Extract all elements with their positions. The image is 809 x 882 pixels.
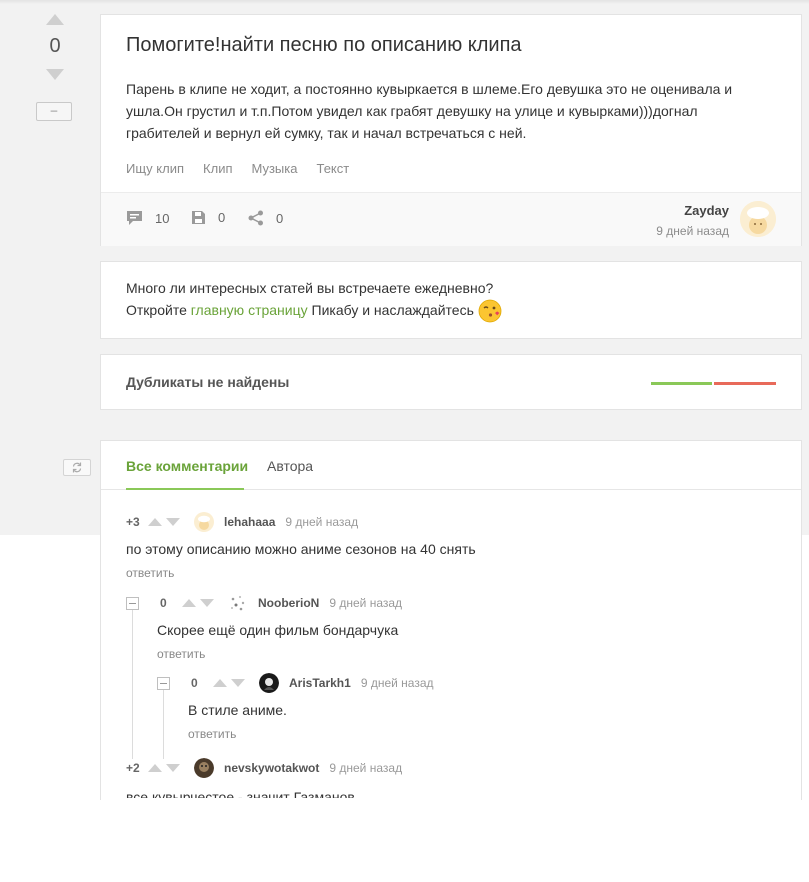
story-card: Помогите!найти песню по описанию клипа П… bbox=[100, 14, 802, 246]
top-shadow bbox=[0, 0, 809, 4]
post-rating-value: 0 bbox=[49, 35, 61, 57]
comment-downvote-icon[interactable] bbox=[231, 679, 245, 687]
collapse-thread-button[interactable] bbox=[126, 596, 139, 610]
comment-time: 9 дней назад bbox=[285, 515, 359, 529]
promo-text: Много ли интересных статей вы встречаете… bbox=[126, 277, 502, 323]
comment-text: по этому описанию можно аниме сезонов на… bbox=[126, 541, 476, 557]
kiss-emoji-icon bbox=[478, 299, 502, 323]
story-tags: Ищу клип Клип Музыка Текст bbox=[126, 161, 349, 176]
tab-all-comments[interactable]: Все комментарии bbox=[126, 458, 248, 474]
tag-item[interactable]: Музыка bbox=[252, 161, 298, 176]
refresh-comments-button[interactable] bbox=[63, 459, 91, 476]
tag-item[interactable]: Текст bbox=[316, 161, 349, 176]
post-time: 9 дней назад bbox=[656, 224, 729, 238]
comment-rating: +3 bbox=[126, 515, 140, 529]
comment-text: В стиле аниме. bbox=[188, 702, 287, 718]
author-name[interactable]: Zayday bbox=[656, 203, 729, 218]
refresh-icon bbox=[72, 462, 82, 473]
comment-username[interactable]: NooberioN bbox=[258, 596, 319, 610]
comment-username[interactable]: nevskywotakwot bbox=[224, 761, 319, 775]
comment: 0 NooberioN 9 дней назад Скорее ещё один… bbox=[126, 593, 403, 661]
avatar[interactable] bbox=[194, 758, 214, 778]
promo-line-1: Много ли интересных статей вы встречаете… bbox=[126, 280, 494, 296]
promo-line-2: Откройте главную страницу Пикабу и насла… bbox=[126, 299, 502, 323]
comment: 0 ArisTarkh1 9 дней назад В стиле аниме.… bbox=[157, 673, 434, 741]
comment-rating: 0 bbox=[160, 596, 167, 610]
comment-text: все кувырчестое - значит Газманов bbox=[126, 789, 355, 798]
avatar[interactable] bbox=[228, 593, 248, 613]
saves-count: 0 bbox=[218, 210, 226, 225]
duplicates-bar-positive bbox=[651, 382, 712, 385]
comment-text: Скорее ещё один фильм бондарчука bbox=[157, 622, 399, 638]
upvote-arrow-icon[interactable] bbox=[46, 14, 64, 25]
avatar[interactable] bbox=[194, 512, 214, 532]
reply-link[interactable]: ответить bbox=[126, 566, 476, 580]
collapse-thread-button[interactable] bbox=[157, 676, 170, 690]
post-rating: 0 bbox=[30, 14, 80, 80]
reply-link[interactable]: ответить bbox=[188, 727, 434, 741]
promo-card: Много ли интересных статей вы встречаете… bbox=[100, 261, 802, 339]
duplicates-text: Дубликаты не найдены bbox=[126, 374, 290, 390]
comment-time: 9 дней назад bbox=[329, 761, 403, 775]
duplicates-bar-negative bbox=[714, 382, 776, 385]
story-footer: 10 0 0 Zayday 9 дней назад bbox=[101, 192, 801, 246]
shares-stat[interactable]: 0 bbox=[248, 210, 283, 226]
tab-author-comments[interactable]: Автора bbox=[267, 458, 313, 474]
promo-text-after: Пикабу и наслаждайтесь bbox=[307, 302, 474, 318]
collapse-post-button[interactable]: – bbox=[36, 102, 72, 121]
save-icon bbox=[192, 211, 205, 224]
promo-text-before: Откройте bbox=[126, 302, 191, 318]
comment-header: 0 NooberioN 9 дней назад bbox=[126, 593, 403, 613]
active-tab-indicator bbox=[126, 488, 244, 490]
comments-count: 10 bbox=[155, 210, 170, 226]
comments-tabs: Все комментарии Автора bbox=[101, 441, 801, 490]
comment-downvote-icon[interactable] bbox=[200, 599, 214, 607]
comment-header: +2 nevskywotakwot 9 дней назад bbox=[126, 758, 403, 778]
duplicates-card: Дубликаты не найдены bbox=[100, 354, 802, 410]
tag-item[interactable]: Клип bbox=[203, 161, 232, 176]
comment-rating: +2 bbox=[126, 761, 140, 775]
comment: +2 nevskywotakwot 9 дней назад все кувыр… bbox=[126, 758, 403, 798]
tag-item[interactable]: Ищу клип bbox=[126, 161, 184, 176]
story-title[interactable]: Помогите!найти песню по описанию клипа bbox=[126, 34, 522, 57]
comments-card: Все комментарии Автора +3 lehahaaa 9 дне… bbox=[100, 440, 802, 800]
comment-time: 9 дней назад bbox=[329, 596, 403, 610]
comment-username[interactable]: lehahaaa bbox=[224, 515, 275, 529]
comment-downvote-icon[interactable] bbox=[166, 764, 180, 772]
comment-upvote-icon[interactable] bbox=[148, 764, 162, 772]
comment-icon bbox=[127, 211, 142, 225]
story-author: Zayday 9 дней назад bbox=[656, 203, 729, 238]
comment-time: 9 дней назад bbox=[360, 676, 434, 690]
comment-downvote-icon[interactable] bbox=[166, 518, 180, 526]
story-body: Парень в клипе не ходит, а постоянно кув… bbox=[126, 81, 733, 141]
comment-header: 0 ArisTarkh1 9 дней назад bbox=[157, 673, 434, 693]
comment-header: +3 lehahaaa 9 дней назад bbox=[126, 512, 476, 532]
reply-link[interactable]: ответить bbox=[157, 647, 402, 661]
comment-upvote-icon[interactable] bbox=[148, 518, 162, 526]
main-page-link[interactable]: главную страницу bbox=[191, 302, 308, 318]
comment-username[interactable]: ArisTarkh1 bbox=[289, 676, 351, 690]
comment-upvote-icon[interactable] bbox=[182, 599, 196, 607]
downvote-arrow-icon[interactable] bbox=[46, 69, 64, 80]
shares-count: 0 bbox=[276, 210, 284, 226]
share-icon bbox=[248, 210, 263, 226]
comment: +3 lehahaaa 9 дней назад по этому описан… bbox=[126, 512, 476, 580]
comment-upvote-icon[interactable] bbox=[213, 679, 227, 687]
author-avatar[interactable] bbox=[740, 201, 776, 237]
comments-stat[interactable]: 10 bbox=[126, 210, 169, 226]
comment-rating: 0 bbox=[191, 676, 198, 690]
avatar[interactable] bbox=[259, 673, 279, 693]
saves-stat[interactable]: 0 bbox=[191, 210, 225, 225]
